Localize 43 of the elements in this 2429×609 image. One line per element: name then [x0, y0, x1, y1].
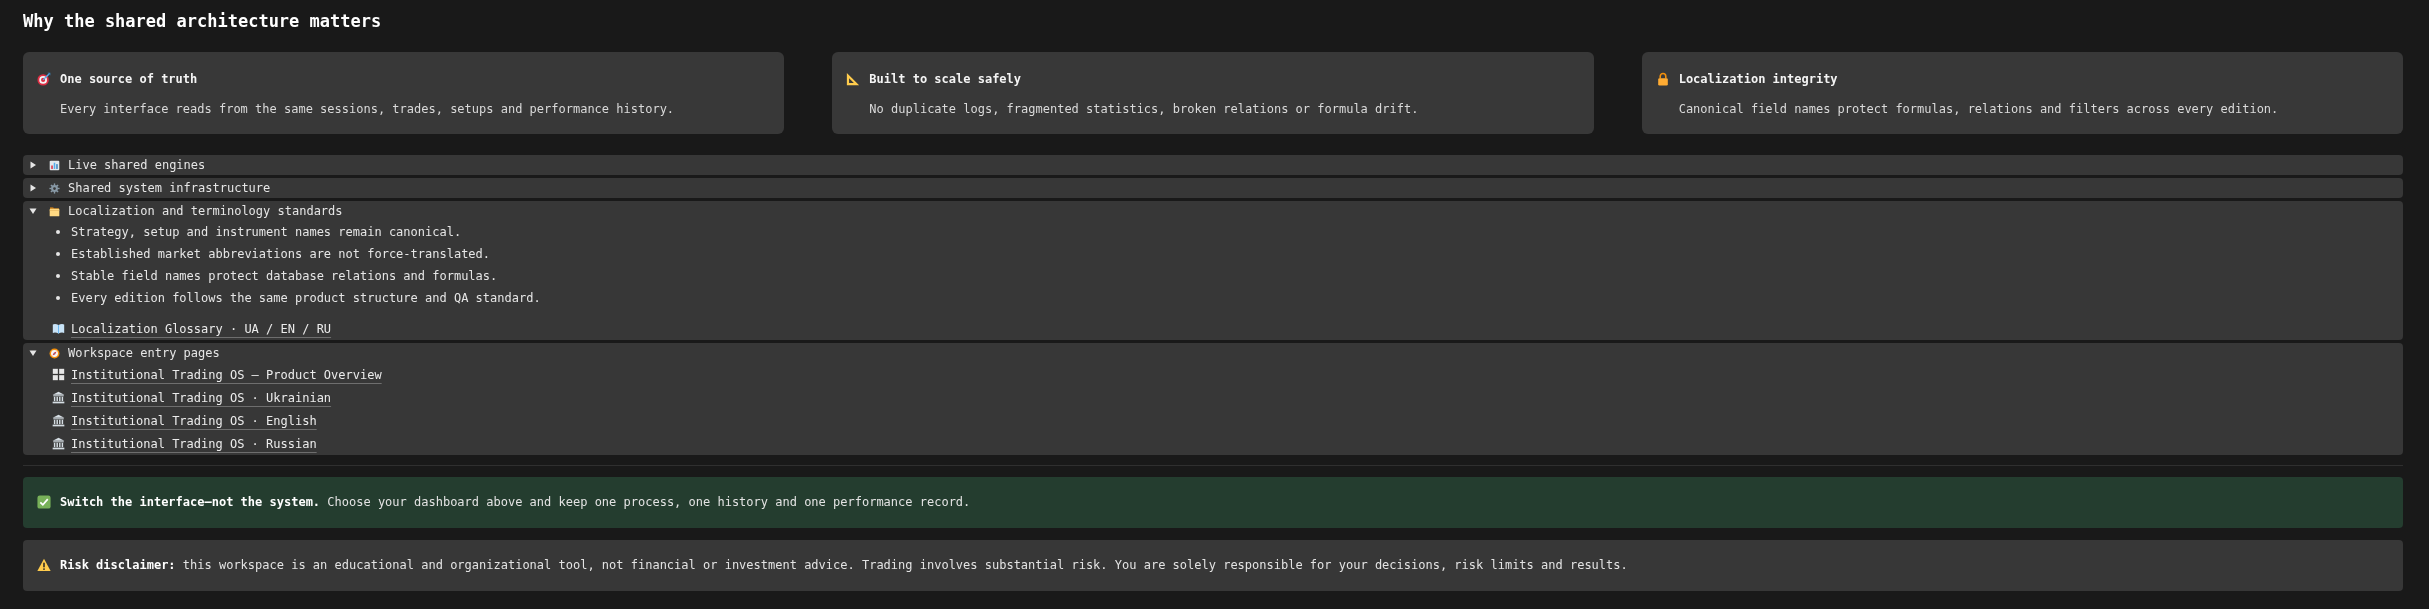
bullet-text: Stable field names protect database relations and formulas.: [71, 268, 498, 284]
bar-chart-icon: [49, 159, 60, 171]
grid-icon[interactable]: [52, 368, 65, 381]
card-text: Canonical field names protect formulas, relations and filters across every edition.: [1677, 101, 2280, 117]
bullet-text: Established market abbreviations are not force-translated.: [71, 246, 491, 262]
bullet-text: Every edition follows the same product structure and QA standard.: [71, 290, 541, 306]
callout-text: Risk disclaimer: this workspace is an educational and organizational tool, not financial or investment advice. Trading involves substantial risk. You are solely responsible for your decisions, risk limits and results.: [60, 557, 1628, 573]
caret-icon[interactable]: [29, 184, 37, 192]
page-link[interactable]: Institutional Trading OS · Russian: [52, 435, 317, 452]
caret-icon[interactable]: [29, 349, 37, 357]
page-link[interactable]: Institutional Trading OS · English: [52, 412, 317, 429]
bullet-icon: [56, 274, 60, 278]
caret-icon[interactable]: [29, 161, 37, 169]
building-icon[interactable]: [52, 437, 65, 450]
bullet-text: Strategy, setup and instrument names remain canonical.: [71, 224, 462, 240]
page-heading: Why the shared architecture matters: [23, 10, 383, 33]
card-title: Built to scale safely: [869, 71, 1022, 87]
check-icon: [37, 495, 51, 509]
callout-text: Switch the interface—not the system. Choose your dashboard above and keep one process, one history and one performance record.: [60, 494, 971, 510]
card-title: Localization integrity: [1678, 71, 1838, 87]
toggle-label: Live shared engines: [68, 157, 206, 174]
building-icon[interactable]: [52, 391, 65, 404]
page-link[interactable]: Institutional Trading OS — Product Overview: [52, 366, 382, 383]
book-icon[interactable]: [52, 322, 65, 335]
card-text: Every interface reads from the same sessions, trades, setups and performance history.: [59, 101, 676, 117]
gear-icon: [49, 182, 60, 194]
caret-icon[interactable]: [29, 207, 37, 215]
lock-icon: [1655, 72, 1670, 86]
toggle-label: Workspace entry pages: [68, 345, 220, 362]
building-icon[interactable]: [52, 414, 65, 427]
page-link[interactable]: Localization Glossary · UA / EN / RU: [52, 320, 332, 337]
card-title: One source of truth: [60, 71, 198, 87]
compass-icon: [49, 347, 60, 359]
toggle-label: Localization and terminology standards: [68, 203, 343, 220]
warning-icon: [37, 558, 51, 572]
page-link[interactable]: Institutional Trading OS · Ukrainian: [52, 389, 332, 406]
bullet-icon: [56, 296, 60, 300]
bullet-icon: [56, 252, 60, 256]
card-text: No duplicate logs, fragmented statistics, broken relations or formula drift.: [868, 101, 1420, 117]
target-icon: [37, 72, 51, 86]
toggle-label: Shared system infrastructure: [68, 180, 271, 197]
folder-icon: [49, 205, 60, 217]
bullet-icon: [56, 230, 60, 234]
